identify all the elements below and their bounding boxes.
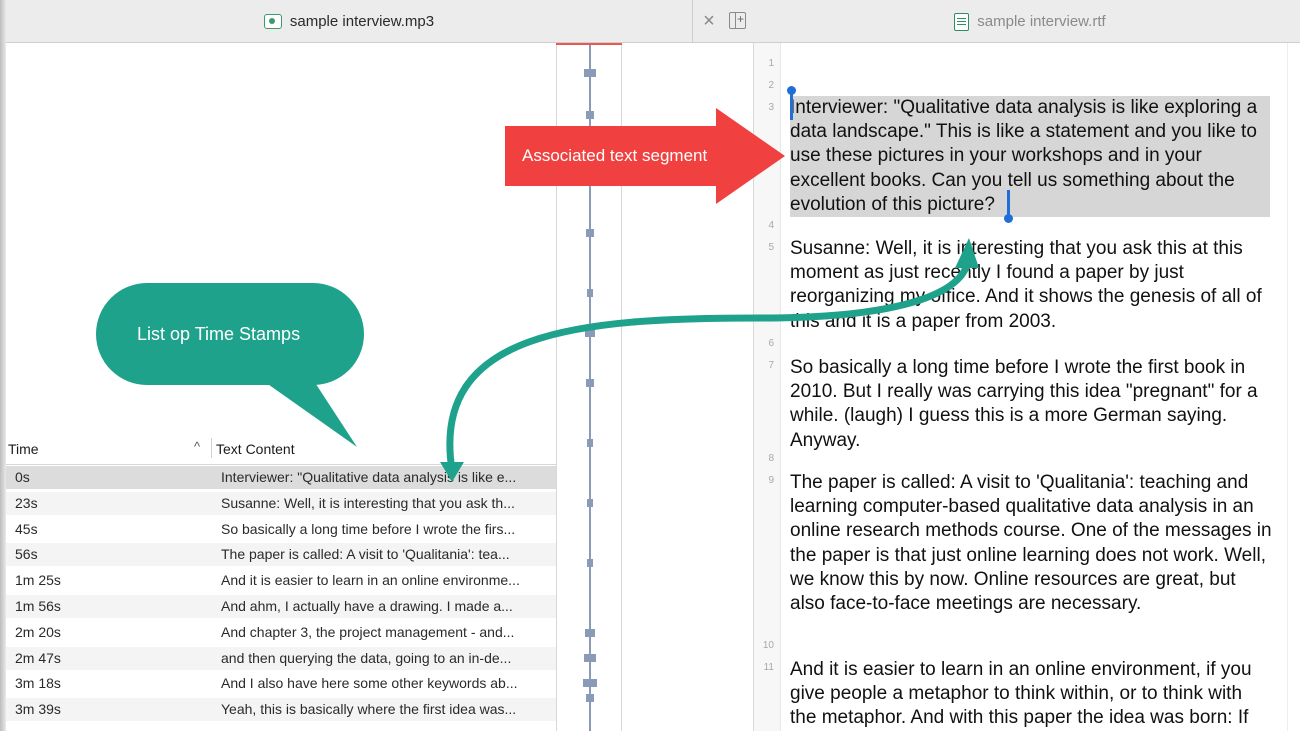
bubble-tail: [255, 375, 357, 447]
connector-arrowhead-bottom: [440, 462, 464, 482]
connector-arrowhead-top: [955, 238, 979, 268]
app-window: sample interview.mp3 × sample interview.…: [0, 0, 1300, 731]
callout-bubble-label: List op Time Stamps: [137, 324, 301, 344]
red-callout-label: Associated text segment: [522, 146, 708, 165]
connector-curve: [446, 263, 971, 471]
